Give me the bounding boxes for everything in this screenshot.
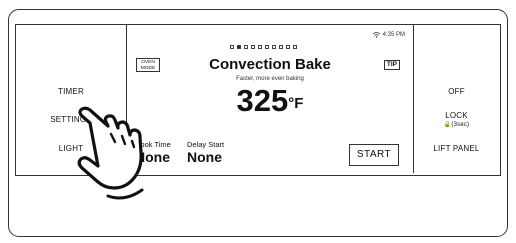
temperature-unit: °F xyxy=(288,95,304,112)
page-dot xyxy=(272,45,276,49)
right-button-column: OFF LOCK 🔒(3sec) LIFT PANEL xyxy=(414,25,499,175)
page-dot xyxy=(230,45,234,49)
temperature-display[interactable]: 325°F xyxy=(127,83,413,119)
lock-button[interactable]: LOCK 🔒(3sec) xyxy=(414,111,499,128)
timer-button[interactable]: TIMER xyxy=(16,87,126,96)
page-dot xyxy=(293,45,297,49)
page-dot xyxy=(244,45,248,49)
start-button[interactable]: START xyxy=(349,144,399,166)
page-dot xyxy=(265,45,269,49)
status-time: 4:35 PM xyxy=(382,31,405,38)
lock-hint: 🔒(3sec) xyxy=(443,122,470,128)
wifi-icon xyxy=(372,32,380,38)
lock-label: LOCK xyxy=(445,111,468,120)
mode-title[interactable]: Convection Bake xyxy=(127,56,413,73)
delay-start-value[interactable]: None xyxy=(187,149,222,165)
display-screen: 4:35 PM OVEN MODE TIP Convection Bake Fa… xyxy=(126,25,414,173)
page-dot xyxy=(251,45,255,49)
lift-panel-button[interactable]: LIFT PANEL xyxy=(414,144,499,153)
delay-start-label: Delay Start xyxy=(187,140,225,149)
page-dot xyxy=(286,45,290,49)
page-indicator xyxy=(230,45,297,49)
page-dot xyxy=(237,45,241,49)
pointing-hand-icon xyxy=(77,106,144,200)
page-dot xyxy=(258,45,262,49)
status-bar: 4:35 PM xyxy=(372,31,405,38)
page-dot xyxy=(279,45,283,49)
temperature-value: 325 xyxy=(236,83,289,118)
mode-subtitle: Faster, more even baking xyxy=(236,76,304,82)
off-button[interactable]: OFF xyxy=(414,87,499,96)
